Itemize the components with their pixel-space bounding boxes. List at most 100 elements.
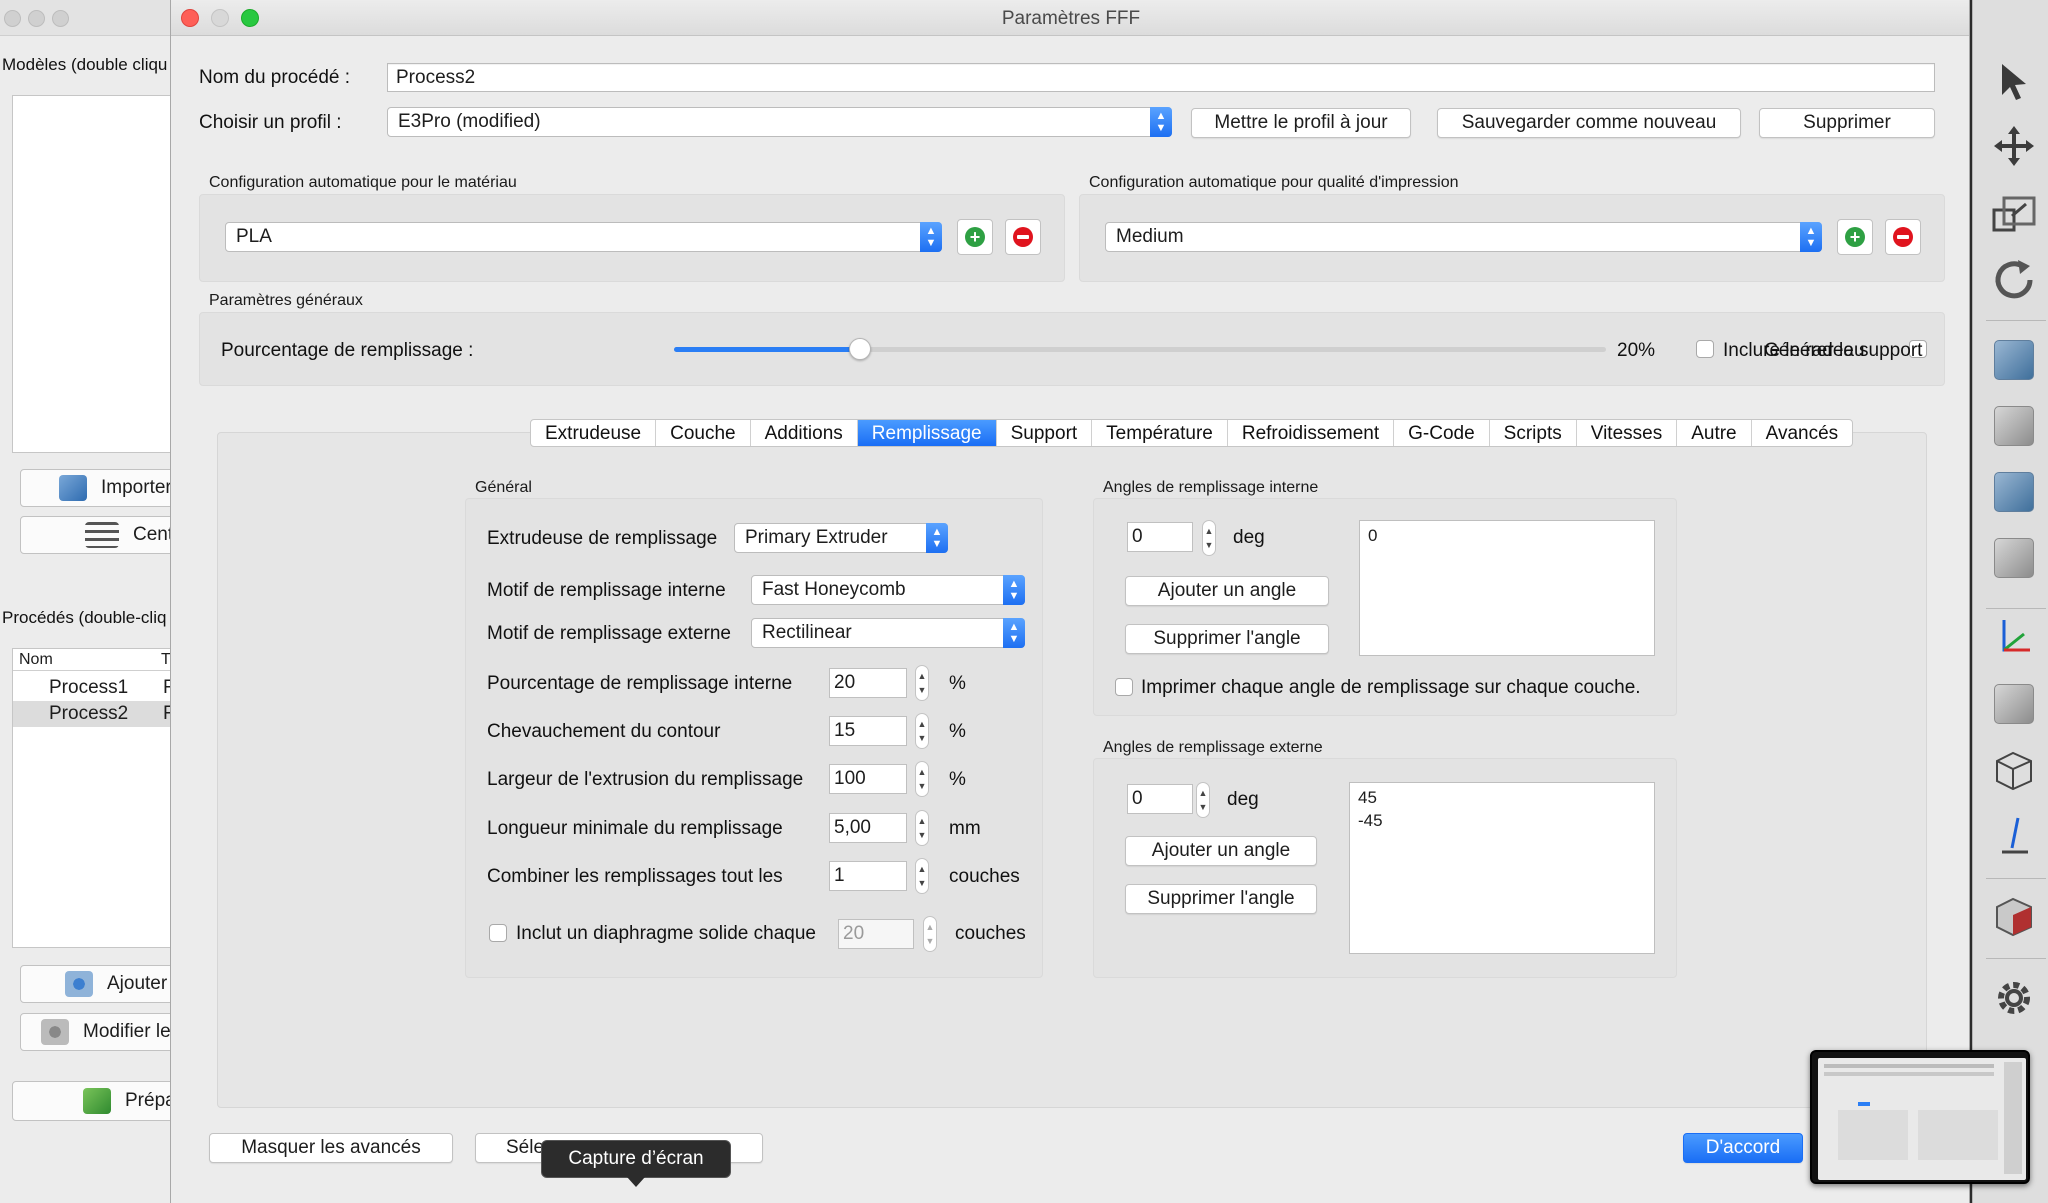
quality-select[interactable]: Medium ▲ ▼ — [1105, 222, 1822, 252]
infill-row-input[interactable]: 15 — [829, 716, 907, 746]
angle-list-item[interactable]: 0 — [1368, 524, 1646, 547]
quality-select-value: Medium — [1116, 226, 1184, 247]
include-raft-checkbox[interactable] — [1696, 340, 1714, 358]
infill-row-input[interactable]: 5,00 — [829, 813, 907, 843]
infill-row-stepper[interactable]: ▲ ▼ — [915, 713, 929, 749]
right-toolbar — [1972, 0, 2048, 1203]
tooltip-text: Capture d’écran — [568, 1148, 704, 1169]
ok-button[interactable]: D'accord — [1683, 1133, 1803, 1163]
solid-diaphragm-checkbox[interactable] — [489, 924, 507, 942]
table-row[interactable]: Process1 F — [13, 675, 183, 701]
infill-row-stepper[interactable]: ▲ ▼ — [915, 858, 929, 894]
add-gear-icon — [65, 971, 93, 997]
solid-diaphragm-input[interactable]: 20 — [838, 919, 914, 949]
solid-view-icon[interactable] — [1990, 680, 2038, 728]
processes-table[interactable]: Nom T Process1 F Process2 F — [12, 648, 183, 948]
tab-additions[interactable]: Additions — [751, 420, 858, 446]
internal-pattern-select[interactable]: Fast Honeycomb ▲ ▼ — [751, 575, 1025, 605]
table-row-selected[interactable]: Process2 F — [13, 701, 183, 727]
dialog-titlebar: Paramètres FFF — [171, 0, 1969, 36]
settings-gear-icon[interactable] — [1990, 974, 2038, 1022]
move-icon[interactable] — [1990, 122, 2038, 170]
add-quality-button[interactable]: + — [1837, 219, 1873, 255]
minimize-icon[interactable] — [211, 9, 229, 27]
angle-list-item[interactable]: -45 — [1358, 809, 1646, 832]
view-left-icon[interactable] — [1990, 468, 2038, 516]
solid-diaphragm-stepper[interactable]: ▲ ▼ — [923, 916, 937, 952]
axes-icon[interactable] — [1990, 614, 2038, 662]
thumb-toolbar — [2004, 1062, 2022, 1174]
thumb-group — [1838, 1110, 1908, 1160]
view-back-icon[interactable] — [1990, 402, 2038, 450]
infill-row-input[interactable]: 1 — [829, 861, 907, 891]
material-select[interactable]: PLA ▲ ▼ — [225, 222, 942, 252]
tab-extrudeuse[interactable]: Extrudeuse — [531, 420, 657, 446]
infill-row-input[interactable]: 100 — [829, 764, 907, 794]
infill-row-stepper[interactable]: ▲ ▼ — [915, 810, 929, 846]
delete-profile-button[interactable]: Supprimer — [1759, 108, 1935, 138]
remove-quality-button[interactable] — [1885, 219, 1921, 255]
prepare-button[interactable]: Prépa — [12, 1081, 182, 1121]
infill-row-stepper[interactable]: ▲ ▼ — [915, 665, 929, 701]
normal-arrow-icon[interactable] — [1990, 812, 2038, 860]
window-close-inactive[interactable] — [4, 10, 21, 27]
external-angle-input[interactable]: 0 — [1127, 784, 1193, 814]
view-right-icon[interactable] — [1990, 534, 2038, 582]
modify-process-button[interactable]: Modifier le — [20, 1013, 190, 1051]
infill-row-label: Chevauchement du contour — [487, 721, 721, 742]
wireframe-icon[interactable] — [1990, 746, 2038, 794]
window-zoom-inactive[interactable] — [52, 10, 69, 27]
rotate-icon[interactable] — [1990, 256, 2038, 304]
internal-angles-list[interactable]: 0 — [1359, 520, 1655, 656]
external-add-angle-button[interactable]: Ajouter un angle — [1125, 836, 1317, 866]
models-list[interactable] — [12, 95, 182, 453]
plus-icon: + — [965, 227, 985, 247]
hide-advanced-button[interactable]: Masquer les avancés — [209, 1133, 453, 1163]
profile-select[interactable]: E3Pro (modified) ▲ ▼ — [387, 107, 1172, 137]
internal-remove-angle-button[interactable]: Supprimer l'angle — [1125, 624, 1329, 654]
tab-remplissage[interactable]: Remplissage — [857, 420, 997, 446]
update-profile-button[interactable]: Mettre le profil à jour — [1191, 108, 1411, 138]
internal-angle-stepper[interactable]: ▲ ▼ — [1202, 520, 1216, 556]
infill-row-input[interactable]: 20 — [829, 668, 907, 698]
center-button[interactable]: Cent — [20, 516, 190, 554]
cursor-icon[interactable] — [1990, 58, 2038, 106]
cross-section-icon[interactable] — [1990, 892, 2038, 940]
external-pattern-select[interactable]: Rectilinear ▲ ▼ — [751, 618, 1025, 648]
external-angles-list[interactable]: 45 -45 — [1349, 782, 1655, 954]
modify-gear-icon — [41, 1019, 69, 1045]
internal-angle-input[interactable]: 0 — [1127, 522, 1193, 552]
tab-g-code[interactable]: G-Code — [1394, 420, 1490, 446]
tab-refroidissement[interactable]: Refroidissement — [1228, 420, 1395, 446]
add-material-button[interactable]: + — [957, 219, 993, 255]
tab-scripts[interactable]: Scripts — [1490, 420, 1577, 446]
remove-material-button[interactable] — [1005, 219, 1041, 255]
internal-angles-label: Angles de remplissage interne — [1103, 479, 1319, 496]
internal-add-angle-button[interactable]: Ajouter un angle — [1125, 576, 1329, 606]
window-minimize-inactive[interactable] — [28, 10, 45, 27]
tab-temp-rature[interactable]: Température — [1092, 420, 1228, 446]
tab-autre[interactable]: Autre — [1677, 420, 1752, 446]
tab-vitesses[interactable]: Vitesses — [1577, 420, 1678, 446]
row-name: Process1 — [49, 677, 129, 698]
screenshot-thumbnail[interactable] — [1810, 1050, 2030, 1184]
external-angle-stepper[interactable]: ▲ ▼ — [1196, 782, 1210, 818]
add-process-button[interactable]: Ajouter — [20, 965, 190, 1003]
zoom-icon[interactable] — [241, 9, 259, 27]
print-each-angle-checkbox[interactable] — [1115, 678, 1133, 696]
infill-extruder-select[interactable]: Primary Extruder ▲ ▼ — [734, 523, 948, 553]
tab-avanc-s[interactable]: Avancés — [1752, 420, 1853, 446]
save-as-new-button[interactable]: Sauvegarder comme nouveau — [1437, 108, 1741, 138]
view-front-icon[interactable] — [1990, 336, 2038, 384]
angle-list-item[interactable]: 45 — [1358, 786, 1646, 809]
background-window: Modèles (double cliqu Importer Cent Proc… — [0, 0, 190, 1203]
tab-support[interactable]: Support — [997, 420, 1093, 446]
scale-icon[interactable] — [1990, 190, 2038, 238]
tab-bar: Extrudeuse Couche Additions Remplissage Supp… — [530, 419, 1854, 447]
tab-couche[interactable]: Couche — [656, 420, 751, 446]
process-name-input[interactable]: Process2 — [387, 63, 1935, 92]
close-icon[interactable] — [181, 9, 199, 27]
external-remove-angle-button[interactable]: Supprimer l'angle — [1125, 884, 1317, 914]
infill-row-stepper[interactable]: ▲ ▼ — [915, 761, 929, 797]
import-button[interactable]: Importer — [20, 469, 190, 507]
